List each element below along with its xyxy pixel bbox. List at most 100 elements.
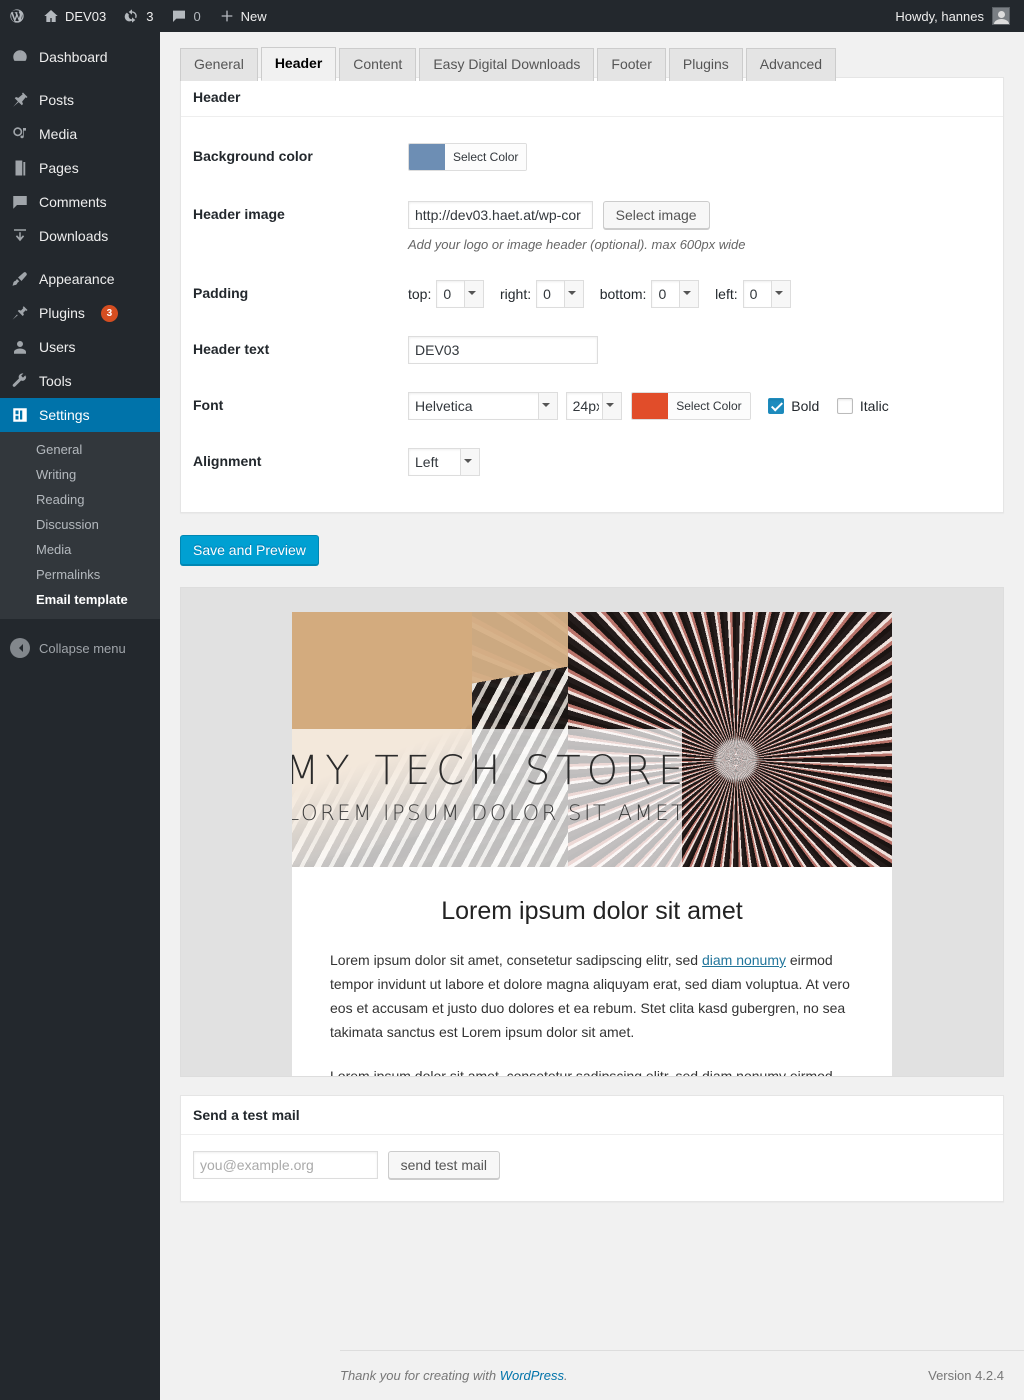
padding-right-select[interactable]: 0 bbox=[536, 280, 585, 308]
tab-advanced[interactable]: Advanced bbox=[745, 48, 837, 81]
sidebar-item-settings[interactable]: Settings bbox=[0, 398, 160, 432]
updates-count: 3 bbox=[146, 8, 154, 24]
brush-icon bbox=[10, 269, 30, 289]
tab-header[interactable]: Header bbox=[260, 47, 337, 81]
sidebar-item-downloads[interactable]: Downloads bbox=[0, 219, 160, 253]
tab-general[interactable]: General bbox=[180, 48, 258, 81]
sidebar-item-pages[interactable]: Pages bbox=[0, 151, 160, 185]
site-name-label: DEV03 bbox=[65, 8, 107, 24]
settings-submenu: General Writing Reading Discussion Media… bbox=[0, 432, 160, 619]
header-text-input[interactable] bbox=[408, 336, 598, 364]
italic-checkbox[interactable] bbox=[836, 398, 853, 414]
sidebar-item-label: Tools bbox=[39, 373, 72, 389]
font-family-select[interactable]: Helvetica bbox=[408, 392, 558, 420]
site-name-menu[interactable]: DEV03 bbox=[34, 0, 115, 32]
panel-title: Header bbox=[181, 78, 1003, 117]
row-header-image: Header image Select image Add your logo … bbox=[193, 187, 991, 266]
sidebar-item-appearance[interactable]: Appearance bbox=[0, 262, 160, 296]
background-color-picker[interactable]: Select Color bbox=[408, 143, 528, 171]
submenu-item-general[interactable]: General bbox=[0, 437, 160, 462]
wordpress-logo-button[interactable] bbox=[0, 0, 34, 32]
plug-icon bbox=[10, 303, 30, 323]
sidebar-item-tools[interactable]: Tools bbox=[0, 364, 160, 398]
sidebar-item-label: Media bbox=[39, 126, 78, 142]
header-image-input[interactable] bbox=[408, 201, 593, 229]
select-image-button[interactable]: Select image bbox=[602, 201, 710, 229]
footer-version: Version 4.2.4 bbox=[928, 1368, 1004, 1383]
email-header-title: MY TECH STORE bbox=[292, 748, 690, 795]
email-paragraph-2: Lorem ipsum dolor sit amet, consetetur s… bbox=[330, 1068, 833, 1077]
sidebar-item-media[interactable]: Media bbox=[0, 117, 160, 151]
header-settings-panel: Header Background color Select Color Hea… bbox=[180, 77, 1004, 513]
bold-checkbox[interactable] bbox=[768, 398, 785, 414]
sidebar-item-users[interactable]: Users bbox=[0, 330, 160, 364]
tab-plugins[interactable]: Plugins bbox=[668, 48, 743, 81]
row-alignment: Alignment Left bbox=[193, 434, 991, 490]
submenu-item-media[interactable]: Media bbox=[0, 537, 160, 562]
submenu-item-discussion[interactable]: Discussion bbox=[0, 512, 160, 537]
home-icon bbox=[44, 10, 58, 22]
italic-label: Italic bbox=[859, 398, 889, 414]
sidebar-item-label: Dashboard bbox=[39, 49, 108, 65]
tab-content[interactable]: Content bbox=[339, 48, 417, 81]
sidebar-item-posts[interactable]: Posts bbox=[0, 83, 160, 117]
padding-top-group: top: 0 bbox=[408, 280, 485, 308]
alignment-select[interactable]: Left bbox=[408, 448, 480, 476]
padding-left-label: left: bbox=[715, 286, 738, 302]
plus-icon bbox=[221, 10, 233, 22]
email-header-subtitle: LOREM IPSUM DOLOR SIT AMET bbox=[292, 801, 687, 826]
sidebar-item-label: Users bbox=[39, 339, 76, 355]
email-paragraph-part1: Lorem ipsum dolor sit amet, consetetur s… bbox=[330, 952, 702, 968]
comments-menu[interactable]: 0 bbox=[162, 0, 209, 32]
test-mail-email-input[interactable] bbox=[193, 1151, 378, 1179]
submenu-item-email-template[interactable]: Email template bbox=[0, 587, 160, 612]
email-header-image: MY TECH STORE LOREM IPSUM DOLOR SIT AMET bbox=[292, 612, 892, 867]
padding-right-group: right: 0 bbox=[500, 280, 585, 308]
font-color-swatch bbox=[632, 393, 669, 419]
new-content-menu[interactable]: New bbox=[210, 0, 276, 32]
comments-count: 0 bbox=[193, 8, 201, 24]
submenu-item-reading[interactable]: Reading bbox=[0, 487, 160, 512]
howdy-label[interactable]: Howdy, hannes bbox=[895, 9, 984, 24]
email-paragraph-link[interactable]: diam nonumy bbox=[702, 952, 786, 968]
email-paragraph-1: Lorem ipsum dolor sit amet, consetetur s… bbox=[330, 948, 854, 1044]
save-and-preview-button[interactable]: Save and Preview bbox=[180, 535, 319, 565]
background-color-button-label: Select Color bbox=[445, 144, 527, 170]
sidebar-item-label: Comments bbox=[39, 194, 107, 210]
row-background-color: Background color Select Color bbox=[193, 129, 991, 187]
collapse-menu-label: Collapse menu bbox=[39, 640, 126, 656]
avatar[interactable] bbox=[992, 7, 1010, 25]
dashboard-icon bbox=[10, 47, 30, 67]
admin-sidebar: Dashboard Posts Media Pages Comments Dow… bbox=[0, 32, 160, 1400]
bold-checkbox-wrap[interactable]: Bold bbox=[768, 398, 819, 414]
admin-footer: Thank you for creating with WordPress. V… bbox=[340, 1350, 1024, 1400]
padding-bottom-select[interactable]: 0 bbox=[651, 280, 700, 308]
tab-easy-digital-downloads[interactable]: Easy Digital Downloads bbox=[419, 48, 595, 81]
sidebar-item-label: Posts bbox=[39, 92, 75, 108]
font-size-select[interactable]: 24px bbox=[565, 392, 622, 420]
footer-credit: Thank you for creating with WordPress. bbox=[340, 1368, 568, 1383]
updates-menu[interactable]: 3 bbox=[115, 0, 162, 32]
sidebar-item-label: Settings bbox=[39, 407, 90, 423]
tab-footer[interactable]: Footer bbox=[597, 48, 666, 81]
wordpress-link[interactable]: WordPress bbox=[500, 1368, 564, 1383]
padding-top-select[interactable]: 0 bbox=[436, 280, 485, 308]
submenu-item-permalinks[interactable]: Permalinks bbox=[0, 562, 160, 587]
collapse-menu-button[interactable]: Collapse menu bbox=[0, 631, 160, 665]
sidebar-item-dashboard[interactable]: Dashboard bbox=[0, 40, 160, 74]
sidebar-item-comments[interactable]: Comments bbox=[0, 185, 160, 219]
wordpress-logo-icon bbox=[10, 9, 24, 23]
bold-label: Bold bbox=[791, 398, 820, 414]
row-header-text: Header text bbox=[193, 322, 991, 378]
padding-left-select[interactable]: 0 bbox=[742, 280, 791, 308]
italic-checkbox-wrap[interactable]: Italic bbox=[836, 398, 889, 414]
padding-label: Padding bbox=[193, 285, 249, 301]
header-text-label: Header text bbox=[193, 341, 270, 357]
main-content: General Header Content Easy Digital Down… bbox=[160, 32, 1024, 1400]
sidebar-item-plugins[interactable]: Plugins 3 bbox=[0, 296, 160, 330]
submenu-item-writing[interactable]: Writing bbox=[0, 462, 160, 487]
send-test-mail-button[interactable]: send test mail bbox=[387, 1151, 500, 1179]
settings-tabs: General Header Content Easy Digital Down… bbox=[160, 32, 1024, 81]
font-color-picker[interactable]: Select Color bbox=[631, 392, 751, 420]
email-heading: Lorem ipsum dolor sit amet bbox=[441, 897, 743, 925]
